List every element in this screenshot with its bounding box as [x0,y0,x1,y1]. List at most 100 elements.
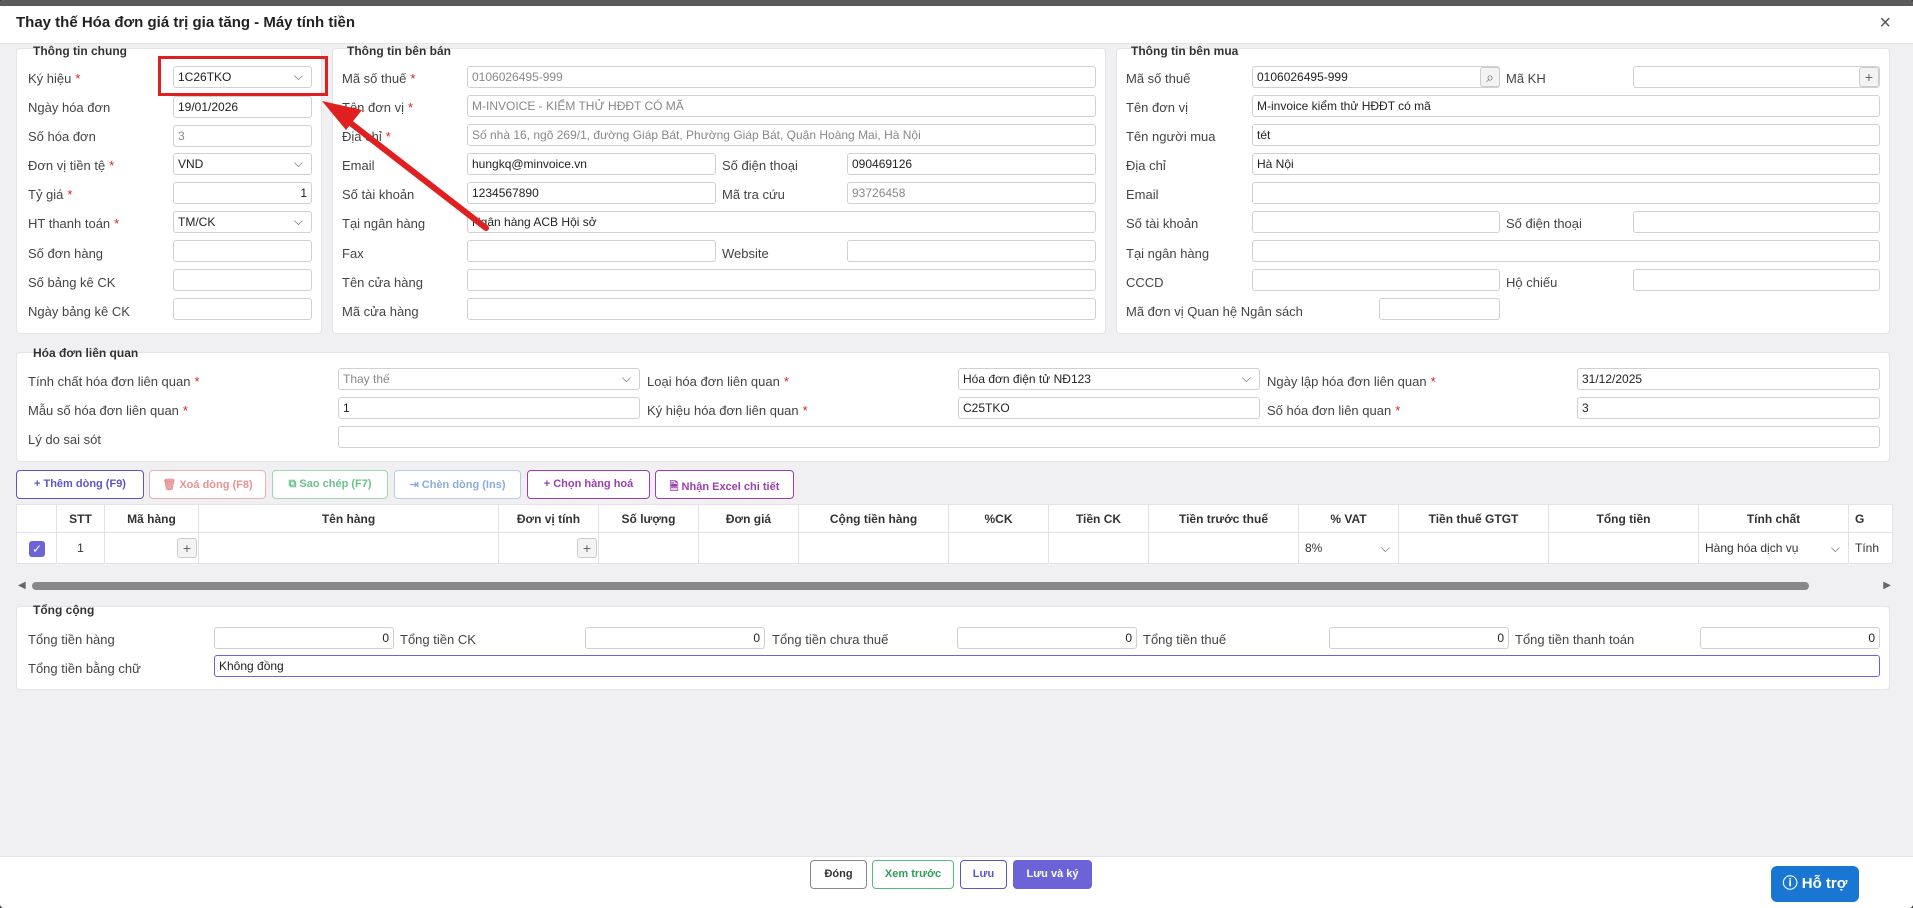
label-buyer-makh: Mã KH [1506,71,1546,86]
seller-store-name-field[interactable] [467,269,1096,291]
related-loai-select[interactable]: Hóa đơn điện tử NĐ123 ⌵ [958,368,1260,390]
row-don-gia-cell[interactable] [699,533,799,563]
seller-lookup-field[interactable]: 93726458 [847,182,1096,204]
buyer-email-field[interactable] [1252,182,1880,204]
buyer-cccd-field[interactable] [1252,269,1500,291]
related-so-field[interactable]: 3 [1577,397,1880,419]
buyer-phone-field[interactable] [1633,211,1880,233]
plus-icon[interactable]: + [1859,67,1879,87]
scroll-left-icon[interactable]: ◀ [18,580,26,591]
row-tinh-chat-select[interactable]: Hàng hóa dịch vụ ⌵ [1699,533,1849,563]
buyer-stk-field[interactable] [1252,211,1500,233]
scroll-right-icon[interactable]: ▶ [1883,580,1891,591]
close-button[interactable]: Đóng [810,860,867,889]
so-bang-ke-field[interactable] [173,269,312,291]
label-related-mau: Mẫu số hóa đơn liên quan * [28,403,188,418]
seller-dia-chi-field[interactable]: Số nhà 16, ngõ 269/1, đường Giáp Bát, Ph… [467,124,1096,146]
seller-store-code-field[interactable] [467,298,1096,320]
ty-gia-field[interactable]: 1 [173,182,312,204]
ht-thanh-toan-select[interactable]: TM/CK ⌵ [173,211,312,233]
highlight-box [158,56,328,96]
insert-row-button[interactable]: ⇥ Chèn dòng (Ins) [394,470,521,499]
so-hoa-don-field[interactable]: 3 [173,125,312,147]
row-tien-thue-cell[interactable] [1399,533,1549,563]
label-seller-bank: Tại ngân hàng [342,216,426,231]
related-ky-hieu-field[interactable]: C25TKO [958,397,1260,419]
choose-goods-button[interactable]: + Chọn hàng hoá [527,470,650,499]
grid-header-vat: % VAT [1299,505,1399,533]
import-excel-button[interactable]: 🗎 Nhận Excel chi tiết [655,470,794,499]
seller-stk-field[interactable]: 1234567890 [467,182,716,204]
label-seller-email: Email [342,158,375,173]
seller-phone-field[interactable]: 090469126 [847,153,1096,175]
general-info-title: Thông tin chung [33,44,127,58]
ngay-hoa-don-field[interactable]: 19/01/2026 [173,96,312,118]
seller-ten-field[interactable]: M-INVOICE - KIỂM THỬ HĐĐT CÓ MÃ [467,95,1096,117]
delete-row-button[interactable]: 🗑 Xoá dòng (F8) [149,470,266,499]
row-so-luong-cell[interactable] [599,533,699,563]
tong-tien-hang-field[interactable]: 0 [214,627,394,649]
buyer-dia-chi-field[interactable]: Hà Nội [1252,153,1880,175]
related-tinh-chat-select[interactable]: Thay thế ⌵ [338,368,640,390]
seller-bank-field[interactable]: Ngân hàng ACB Hội sở [467,211,1096,233]
buyer-makh-field[interactable] [1633,66,1880,88]
close-icon[interactable]: × [1879,12,1891,35]
row-ck-cell[interactable] [949,533,1049,563]
help-button[interactable]: ⓘ Hỗ trợ [1771,866,1859,902]
save-and-sign-button[interactable]: Lưu và ký [1013,860,1092,889]
plus-icon[interactable]: + [177,538,197,558]
row-ten-hang-cell[interactable] [199,533,499,563]
row-ma-hang-cell[interactable]: + [105,533,199,563]
buyer-bank-field[interactable] [1252,240,1880,262]
save-button[interactable]: Lưu [960,860,1007,889]
horizontal-scrollbar[interactable]: ◀ ▶ [16,578,1893,594]
related-ngay-field[interactable]: 31/12/2025 [1577,368,1880,390]
related-mau-field[interactable]: 1 [338,397,640,419]
seller-mst-field[interactable]: 0106026495-999 [467,66,1096,88]
tong-tien-bang-chu-field[interactable]: Không đồng [214,655,1880,677]
grid-header-more: G [1849,505,1892,533]
seller-email-field[interactable]: hungkq@minvoice.vn [467,153,716,175]
row-tien-ck-cell[interactable] [1049,533,1149,563]
row-tong-tien-cell[interactable] [1549,533,1699,563]
grid-header-tien-ck: Tiền CK [1049,505,1149,533]
seller-website-field[interactable] [847,240,1096,262]
label-buyer-stk: Số tài khoản [1126,216,1199,231]
related-ly-do-field[interactable] [338,426,1880,448]
ngay-bang-ke-field[interactable] [173,298,312,320]
buyer-passport-field[interactable] [1633,269,1880,291]
tong-tien-chua-thue-field[interactable]: 0 [957,627,1137,649]
preview-button[interactable]: Xem trước [872,860,954,889]
row-dvt-cell[interactable]: + [499,533,599,563]
row-extra-cell[interactable]: Tính [1849,533,1892,563]
label-related-ky-hieu: Ký hiệu hóa đơn liên quan * [647,403,808,418]
row-cong-tien-cell[interactable] [799,533,949,563]
label-related-tinh-chat: Tính chất hóa đơn liên quan * [28,374,200,389]
copy-row-button[interactable]: ⧉ Sao chép (F7) [272,470,388,499]
so-don-hang-field[interactable] [173,240,312,262]
row-tien-truoc-thue-cell[interactable] [1149,533,1299,563]
row-vat-select[interactable]: 8% ⌵ [1299,533,1399,563]
label-tong-tien-thanh-toan: Tổng tiền thanh toán [1515,632,1635,647]
tong-tien-thanh-toan-field[interactable]: 0 [1700,627,1880,649]
row-checkbox[interactable]: ✓ [29,541,45,557]
label-related-ngay: Ngày lập hóa đơn liên quan * [1267,374,1436,389]
tong-tien-thue-field[interactable]: 0 [1329,627,1509,649]
search-icon[interactable]: ⌕ [1480,67,1500,87]
label-buyer-mst: Mã số thuế [1126,71,1191,86]
label-so-don-hang: Số đơn hàng [28,246,104,261]
plus-icon[interactable]: + [577,538,597,558]
buyer-qhns-field[interactable] [1379,298,1500,320]
buyer-ten-field[interactable]: M-invoice kiểm thử HĐĐT có mã [1252,95,1880,117]
grid-header-tien-thue: Tiền thuế GTGT [1399,505,1549,533]
scrollbar-thumb[interactable] [32,582,1809,590]
grid-header-so-luong: Số lượng [599,505,699,533]
add-row-button[interactable]: + Thêm dòng (F9) [16,470,144,499]
buyer-mst-field[interactable]: 0106026495-999 [1252,66,1500,88]
buyer-nguoi-mua-field[interactable]: tét [1252,124,1880,146]
grid-header-stt: STT [57,505,105,533]
don-vi-tien-te-select[interactable]: VND ⌵ [173,153,312,175]
footer-bar [0,856,1913,908]
seller-fax-field[interactable] [467,240,716,262]
tong-tien-ck-field[interactable]: 0 [585,627,765,649]
